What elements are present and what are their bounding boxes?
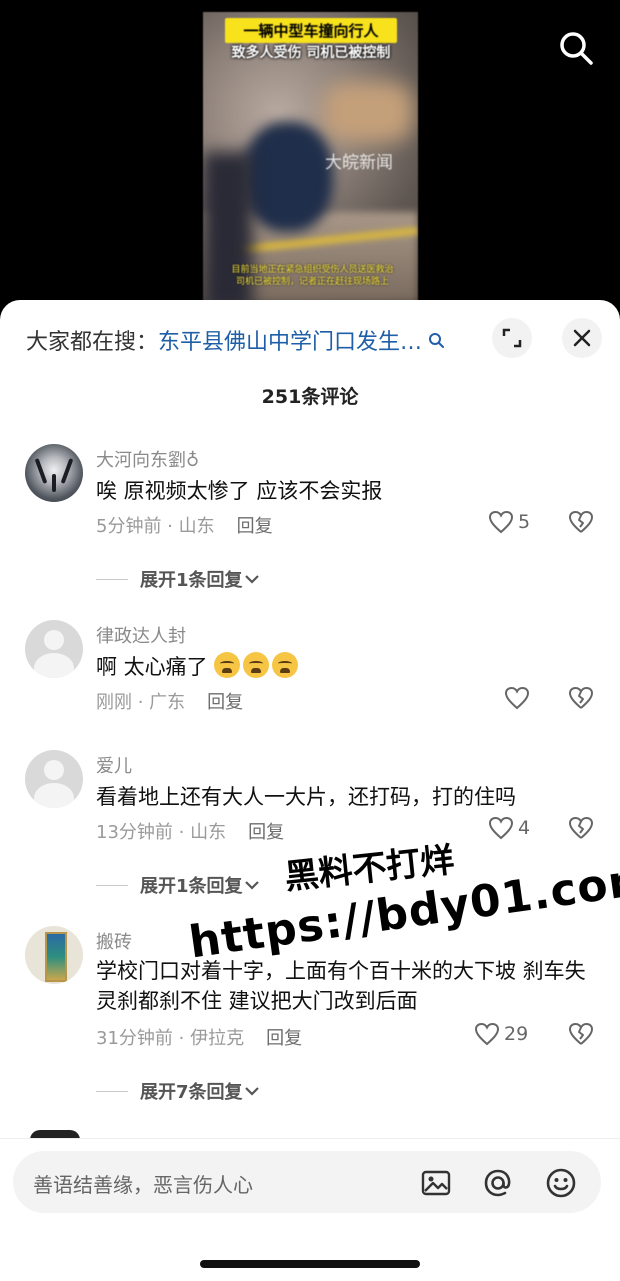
chevron-down-icon xyxy=(244,1087,259,1096)
home-indicator[interactable] xyxy=(200,1260,420,1268)
reply-button[interactable]: 回复 xyxy=(248,822,284,843)
comment-meta: 5分钟前 · 山东 回复 xyxy=(96,512,273,538)
comment-text: 唉 原视频太惨了 应该不会实报 xyxy=(96,479,383,503)
video-thumbnail[interactable]: 一辆中型车撞向行人 致多人受伤 司机已被控制 大皖新闻 目前当地正在紧急组织受伤… xyxy=(203,12,418,302)
dislike-button[interactable] xyxy=(568,510,594,538)
at-icon[interactable] xyxy=(482,1167,514,1199)
close-button[interactable] xyxy=(562,318,602,358)
comment-meta: 刚刚 · 广东 回复 xyxy=(96,688,243,714)
comment-input-bar: 善语结善缘，恶言伤人心 xyxy=(0,1138,620,1281)
heart-broken-icon xyxy=(569,1023,593,1045)
search-icon xyxy=(560,32,593,65)
avatar[interactable] xyxy=(25,750,83,808)
comment-username[interactable]: 大河向东劉♁ xyxy=(96,446,199,472)
reply-button[interactable]: 回复 xyxy=(237,516,273,537)
avatar[interactable] xyxy=(25,620,83,678)
comment-text: 啊 太心痛了 xyxy=(96,652,601,682)
expand-replies-button[interactable]: 展开7条回复 xyxy=(96,1078,261,1104)
like-count: 4 xyxy=(518,817,531,839)
chevron-down-icon xyxy=(244,575,259,584)
video-area[interactable]: 一辆中型车撞向行人 致多人受伤 司机已被控制 大皖新闻 目前当地正在紧急组织受伤… xyxy=(0,0,620,320)
search-icon xyxy=(429,333,445,348)
comment-time: 5分钟前 · 山东 xyxy=(96,516,215,537)
heart-icon xyxy=(488,816,514,840)
expand-replies-button[interactable]: 展开1条回复 xyxy=(96,872,261,898)
video-caption: 目前当地正在紧急组织受伤人员送医救治 司机已被控制，记者正在赶往现场路上 xyxy=(231,265,394,287)
video-subline: 致多人受伤 司机已被控制 xyxy=(231,45,391,61)
expand-icon xyxy=(502,328,522,348)
chevron-down-icon xyxy=(244,881,259,890)
image-icon[interactable] xyxy=(420,1167,452,1199)
close-icon xyxy=(573,329,591,347)
heart-broken-icon xyxy=(569,687,593,709)
comment-username[interactable]: 律政达人封 xyxy=(96,622,186,648)
expand-replies-button[interactable]: 展开1条回复 xyxy=(96,566,261,592)
dislike-button[interactable] xyxy=(568,816,594,844)
comment-username[interactable]: 爱儿 xyxy=(96,752,132,778)
like-count: 5 xyxy=(518,511,531,533)
expand-button[interactable] xyxy=(492,318,532,358)
video-watermark: 大皖新闻 xyxy=(325,153,393,173)
crying-emoji-icon xyxy=(272,652,299,678)
comment-meta: 13分钟前 · 山东 回复 xyxy=(96,818,284,844)
comments-sheet: 大家都在搜： 东平县佛山中学门口发生… 251条评论 大河向东劉♁ 唉 原视频太… xyxy=(0,300,620,1281)
trending-search-prefix: 大家都在搜： xyxy=(26,330,159,355)
comment-time: 13分钟前 · 山东 xyxy=(96,822,227,843)
video-headline: 一辆中型车撞向行人 xyxy=(225,18,397,43)
trending-search[interactable]: 大家都在搜： 东平县佛山中学门口发生… xyxy=(26,320,476,360)
heart-icon xyxy=(474,1022,500,1046)
dislike-button[interactable] xyxy=(568,686,594,714)
dislike-button[interactable] xyxy=(568,1022,594,1050)
heart-icon xyxy=(504,686,530,710)
heart-broken-icon xyxy=(569,817,593,839)
like-button[interactable]: 4 xyxy=(488,816,530,840)
trending-search-term[interactable]: 东平县佛山中学门口发生… xyxy=(158,324,422,356)
crying-emoji-icon xyxy=(214,652,241,678)
comment-input-placeholder: 善语结善缘，恶言伤人心 xyxy=(33,1173,253,1197)
reply-button[interactable]: 回复 xyxy=(207,692,243,713)
like-count: 29 xyxy=(504,1023,529,1045)
comment-input[interactable]: 善语结善缘，恶言伤人心 xyxy=(13,1151,601,1213)
avatar[interactable] xyxy=(25,926,83,984)
emoji-icon[interactable] xyxy=(545,1167,577,1199)
comment-username[interactable]: 搬砖 xyxy=(96,928,132,954)
like-button[interactable]: 29 xyxy=(474,1022,528,1046)
like-button[interactable] xyxy=(504,686,534,710)
crying-emoji-icon xyxy=(243,652,270,678)
like-button[interactable]: 5 xyxy=(488,510,530,534)
heart-broken-icon xyxy=(569,511,593,533)
comment-text: 看着地上还有大人一大片，还打码，打的住吗 xyxy=(96,785,516,809)
comment-text: 学校门口对着十字，上面有个百十米的大下坡 刹车失灵刹都刹不住 建议把大门改到后面 xyxy=(96,959,586,1013)
comment-time: 31分钟前 · 伊拉克 xyxy=(96,1028,245,1049)
reply-button[interactable]: 回复 xyxy=(266,1028,302,1049)
avatar[interactable] xyxy=(25,444,83,502)
comment-time: 刚刚 · 广东 xyxy=(96,692,186,713)
search-button[interactable] xyxy=(556,28,596,68)
heart-icon xyxy=(488,510,514,534)
comment-meta: 31分钟前 · 伊拉克 回复 xyxy=(96,1024,302,1050)
comment-count: 251条评论 xyxy=(261,386,359,408)
